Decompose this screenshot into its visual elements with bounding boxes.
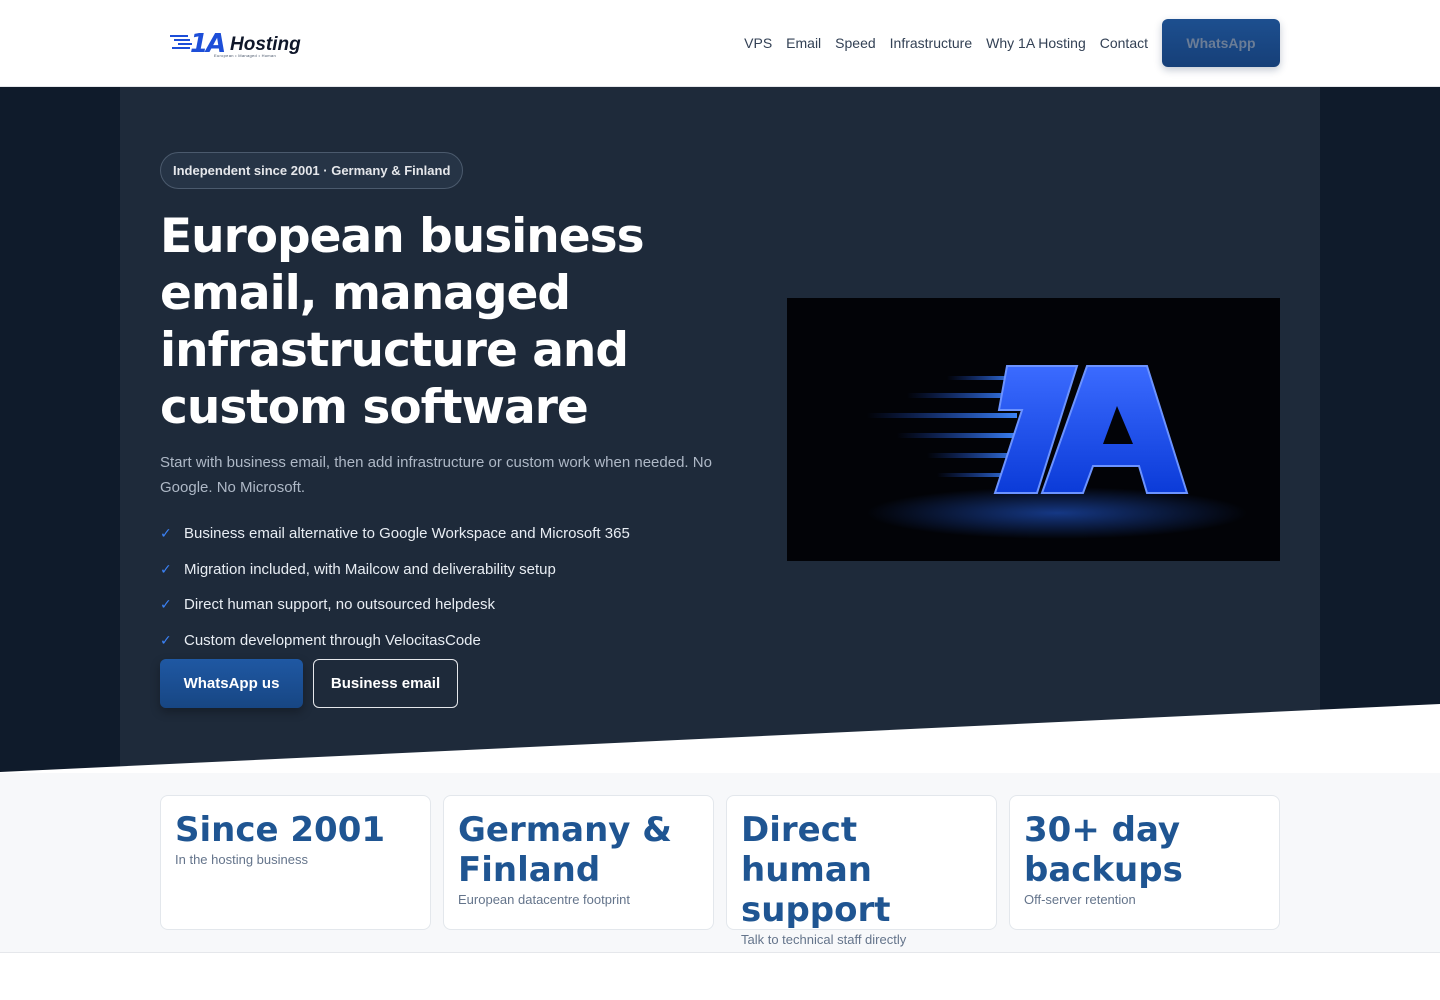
site-header: 1A Hosting European • Managed • Human VP…: [0, 0, 1440, 87]
checklist-item-text: Direct human support, no outsourced help…: [184, 596, 496, 614]
nav-speed[interactable]: Speed: [835, 35, 875, 51]
feature-checklist: ✓ Business email alternative to Google W…: [160, 516, 630, 658]
business-email-button[interactable]: Business email: [313, 659, 458, 708]
checklist-item-text: Migration included, with Mailcow and del…: [184, 560, 556, 578]
stat-label: In the hosting business: [175, 852, 308, 867]
svg-text:Hosting: Hosting: [230, 34, 301, 55]
hero-title: European business email, managed infrast…: [160, 209, 645, 435]
logo[interactable]: 1A Hosting European • Managed • Human: [160, 0, 315, 86]
stat-label: Off-server retention: [1024, 892, 1136, 907]
svg-text:1A: 1A: [190, 29, 224, 56]
checkmark-icon: ✓: [160, 631, 172, 648]
stat-value: 30+ day backups: [1024, 810, 1183, 890]
hero-brand-image: [787, 298, 1280, 561]
checklist-item: ✓ Business email alternative to Google W…: [160, 516, 630, 552]
hero-subtitle: Start with business email, then add infr…: [160, 454, 712, 496]
stat-label: European datacentre footprint: [458, 892, 631, 907]
checkmark-icon: ✓: [160, 560, 172, 577]
stat-card: Germany & Finland European datacentre fo…: [443, 795, 714, 930]
stat-card: Direct human support Talk to technical s…: [726, 795, 997, 947]
stat-card: Since 2001 In the hosting business: [160, 795, 431, 930]
whatsapp-nav-button[interactable]: WhatsApp: [1162, 19, 1280, 67]
nav-email[interactable]: Email: [786, 35, 821, 51]
checkmark-icon: ✓: [160, 596, 172, 613]
whatsapp-us-button[interactable]: WhatsApp us: [160, 659, 303, 708]
checklist-item: ✓ Migration included, with Mailcow and d…: [160, 552, 630, 588]
logo-tagline: European • Managed • Human: [214, 53, 276, 58]
stat-value: Direct human support: [741, 810, 891, 930]
checklist-item: ✓ Direct human support, no outsourced he…: [160, 587, 630, 623]
nav-contact[interactable]: Contact: [1100, 35, 1148, 51]
brand-1a-graphic: [867, 365, 1247, 539]
stat-value: Since 2001: [175, 810, 386, 850]
stat-value: Germany & Finland: [458, 810, 672, 890]
stat-label: Talk to technical staff directly: [741, 932, 907, 947]
checkmark-icon: ✓: [160, 525, 172, 542]
hero-badge: Independent since 2001 · Germany & Finla…: [160, 152, 464, 189]
checklist-item-text: Business email alternative to Google Wor…: [184, 525, 630, 543]
checklist-item: ✓ Custom development through VelocitasCo…: [160, 623, 630, 659]
nav-why-1a-hosting[interactable]: Why 1A Hosting: [986, 35, 1086, 51]
hero-diagonal-divider: [0, 704, 1440, 780]
stat-card: 30+ day backups Off-server retention: [1009, 795, 1280, 930]
nav-infrastructure[interactable]: Infrastructure: [890, 35, 972, 51]
main-nav: VPS Email Speed Infrastructure Why 1A Ho…: [744, 19, 1280, 67]
logo-mark: 1A Hosting: [170, 29, 301, 56]
nav-vps[interactable]: VPS: [744, 35, 772, 51]
checklist-item-text: Custom development through VelocitasCode: [184, 631, 481, 649]
